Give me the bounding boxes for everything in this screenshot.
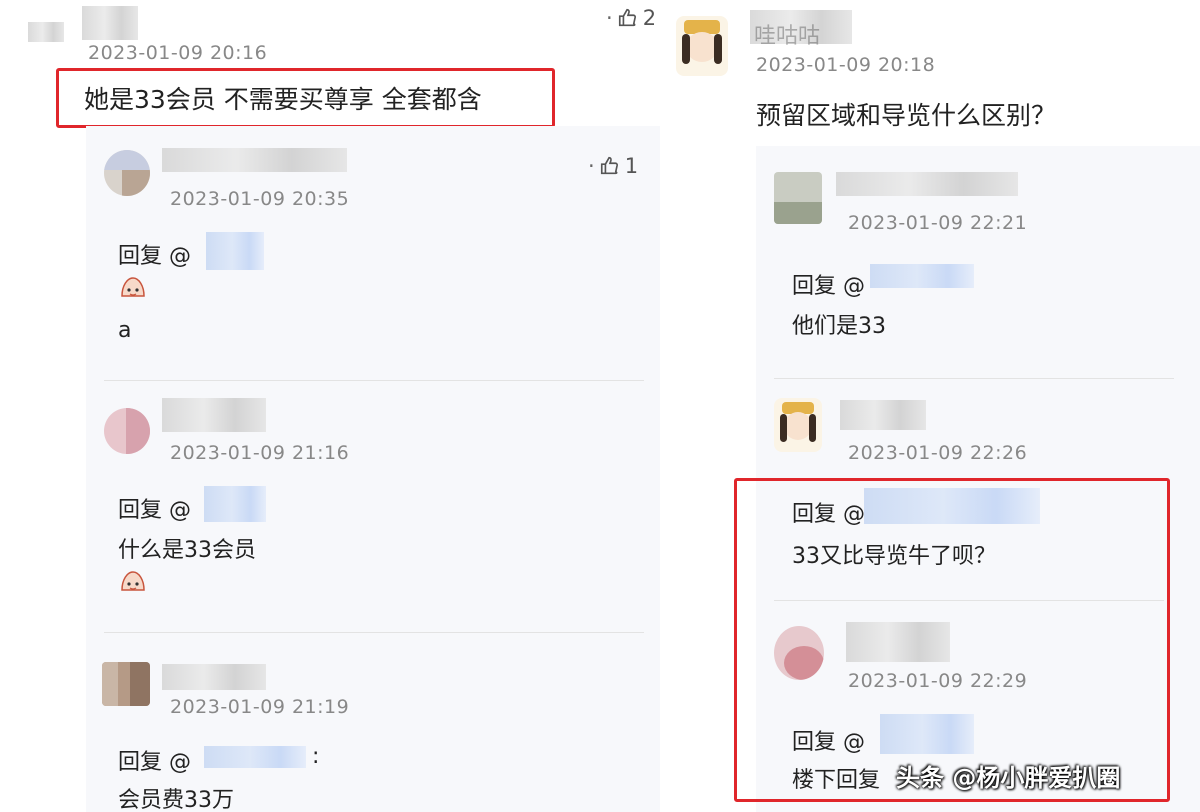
like-count: 2	[642, 6, 657, 30]
reply-timestamp: 2023-01-09 22:21	[848, 212, 1028, 234]
reply-text: 他们是33	[792, 314, 886, 339]
like-count: 1	[624, 154, 639, 178]
avatar[interactable]	[102, 662, 150, 706]
reply-timestamp: 2023-01-09 20:35	[170, 188, 350, 210]
mention-blurred[interactable]	[864, 488, 1040, 524]
reply-prefix: 回复 @	[118, 498, 191, 523]
username-blurred	[162, 148, 347, 172]
username-blurred	[840, 400, 926, 430]
reply-text: 33又比导览牛了呗？	[792, 544, 996, 569]
reply-timestamp: 2023-01-09 21:16	[170, 442, 350, 464]
watermark: 头条 @杨小胖爱扒圈	[896, 764, 1121, 792]
mention-blurred[interactable]	[204, 746, 306, 768]
username-blurred	[162, 398, 266, 432]
reply-timestamp: 2023-01-09 21:19	[170, 696, 350, 718]
username-blurred	[846, 622, 950, 662]
comment-text: 预留区域和导览什么区别？	[756, 101, 1057, 130]
divider	[104, 632, 644, 633]
divider	[774, 378, 1174, 379]
mention-blurred[interactable]	[880, 714, 974, 754]
more-dot-icon: ·	[588, 154, 595, 178]
comment-timestamp: 2023-01-09 20:16	[88, 42, 268, 64]
reply-prefix: 回复 @	[118, 750, 191, 775]
comment-timestamp: 2023-01-09 20:18	[756, 54, 936, 76]
bun-face-emoji	[121, 277, 145, 297]
reply-prefix: 回复 @	[792, 730, 865, 755]
divider	[104, 380, 644, 381]
reply-prefix: 回复 @	[792, 274, 865, 299]
reply-text: 会员费33万	[118, 788, 234, 812]
like-button[interactable]: · 2	[606, 6, 656, 30]
reply-timestamp: 2023-01-09 22:26	[848, 442, 1028, 464]
divider	[774, 600, 1164, 601]
like-button[interactable]: · 1	[588, 154, 638, 178]
mention-blurred[interactable]	[204, 486, 266, 522]
avatar[interactable]	[104, 150, 150, 196]
avatar[interactable]	[676, 16, 728, 76]
avatar[interactable]	[104, 408, 150, 454]
mention-tail: :	[312, 744, 320, 769]
avatar[interactable]	[774, 172, 822, 224]
bun-face-emoji	[121, 571, 145, 591]
reply-text: 什么是33会员	[118, 538, 256, 563]
comment-username[interactable]: 哇咕咕	[754, 18, 820, 50]
thumb-up-icon	[618, 8, 636, 27]
thumb-up-icon	[600, 156, 618, 175]
avatar[interactable]	[774, 626, 824, 680]
reply-timestamp: 2023-01-09 22:29	[848, 670, 1028, 692]
mention-blurred[interactable]	[206, 232, 264, 270]
mention-blurred[interactable]	[870, 264, 974, 288]
reply-text: a	[118, 318, 132, 343]
more-dot-icon: ·	[606, 6, 613, 30]
username-blurred	[82, 6, 138, 40]
username-blurred	[162, 664, 266, 690]
comment-text: 她是33会员 不需要买尊享 全套都含	[84, 85, 482, 114]
username-blurred	[836, 172, 1018, 196]
reply-text: 楼下回复	[792, 768, 881, 793]
username-blurred	[28, 22, 64, 42]
avatar[interactable]	[774, 398, 822, 452]
reply-prefix: 回复 @	[118, 244, 191, 269]
reply-prefix: 回复 @	[792, 502, 865, 527]
